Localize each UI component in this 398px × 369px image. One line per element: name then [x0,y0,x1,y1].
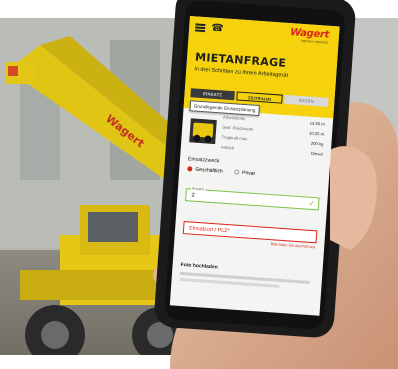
einsatzort-placeholder: Einsatzort / PLZ* [188,225,230,235]
radio-geschaeftlich[interactable] [187,166,193,172]
spec-label: Arbeitshöhe [222,114,246,122]
radio-privat[interactable] [233,169,240,175]
spec-value: 200 kg [310,140,324,147]
spec-label: Tragkraft max [221,134,248,142]
einsatzort-error: Bitte füllen Sie das Feld aus. [270,242,317,250]
machine-spec-card: Arbeitshöhe 14,50 m Seitl. Reichweite 10… [188,112,325,161]
spec-value: 10,20 m [308,130,325,137]
photo-scene: Wagert ☎ Wagert MIETEN • SERVICE MIETANF… [0,0,398,369]
spec-label: Seitl. Reichweite [222,124,254,132]
einsatzort-field[interactable]: Einsatzort / PLZ* [182,221,318,244]
step-zeitraum[interactable]: ZEITRAUM [236,91,283,104]
phone-screen-wrapper: ☎ Wagert MIETEN • SERVICE MIETANFRAGE In… [169,16,340,316]
phone-icon[interactable]: ☎ [211,23,224,35]
spec-label: Antrieb [220,144,235,151]
phone-screen: ☎ Wagert MIETEN • SERVICE MIETANFRAGE In… [169,16,340,316]
foto-upload-label[interactable]: Foto hochladen [180,262,218,271]
radio-geschaeftlich-label: Geschäftlich [195,166,223,175]
anzahl-field[interactable]: Anzahl 2 ✓ [185,186,320,211]
anzahl-value: 2 [191,192,195,199]
spec-value: 14,50 m [309,120,325,127]
radio-privat-label: Privat [241,170,256,177]
check-icon: ✓ [308,198,316,209]
anzahl-label: Anzahl [190,186,205,192]
einsatzzweck-radio-group: Geschäftlich Privat [187,166,255,177]
spec-value: Diesel [310,150,323,157]
step-einsatz[interactable]: EINSATZ [190,88,235,101]
hero-section: MIETANFRAGE In drei Schritten zu Ihrem A… [183,37,339,119]
machine-thumbnail [189,118,217,145]
hamburger-icon[interactable] [194,23,206,33]
step-daten[interactable]: DATEN [284,94,329,107]
einsatzzweck-label: Einsatzzweck [187,156,220,165]
brand-tagline: MIETEN • SERVICE [301,38,329,45]
